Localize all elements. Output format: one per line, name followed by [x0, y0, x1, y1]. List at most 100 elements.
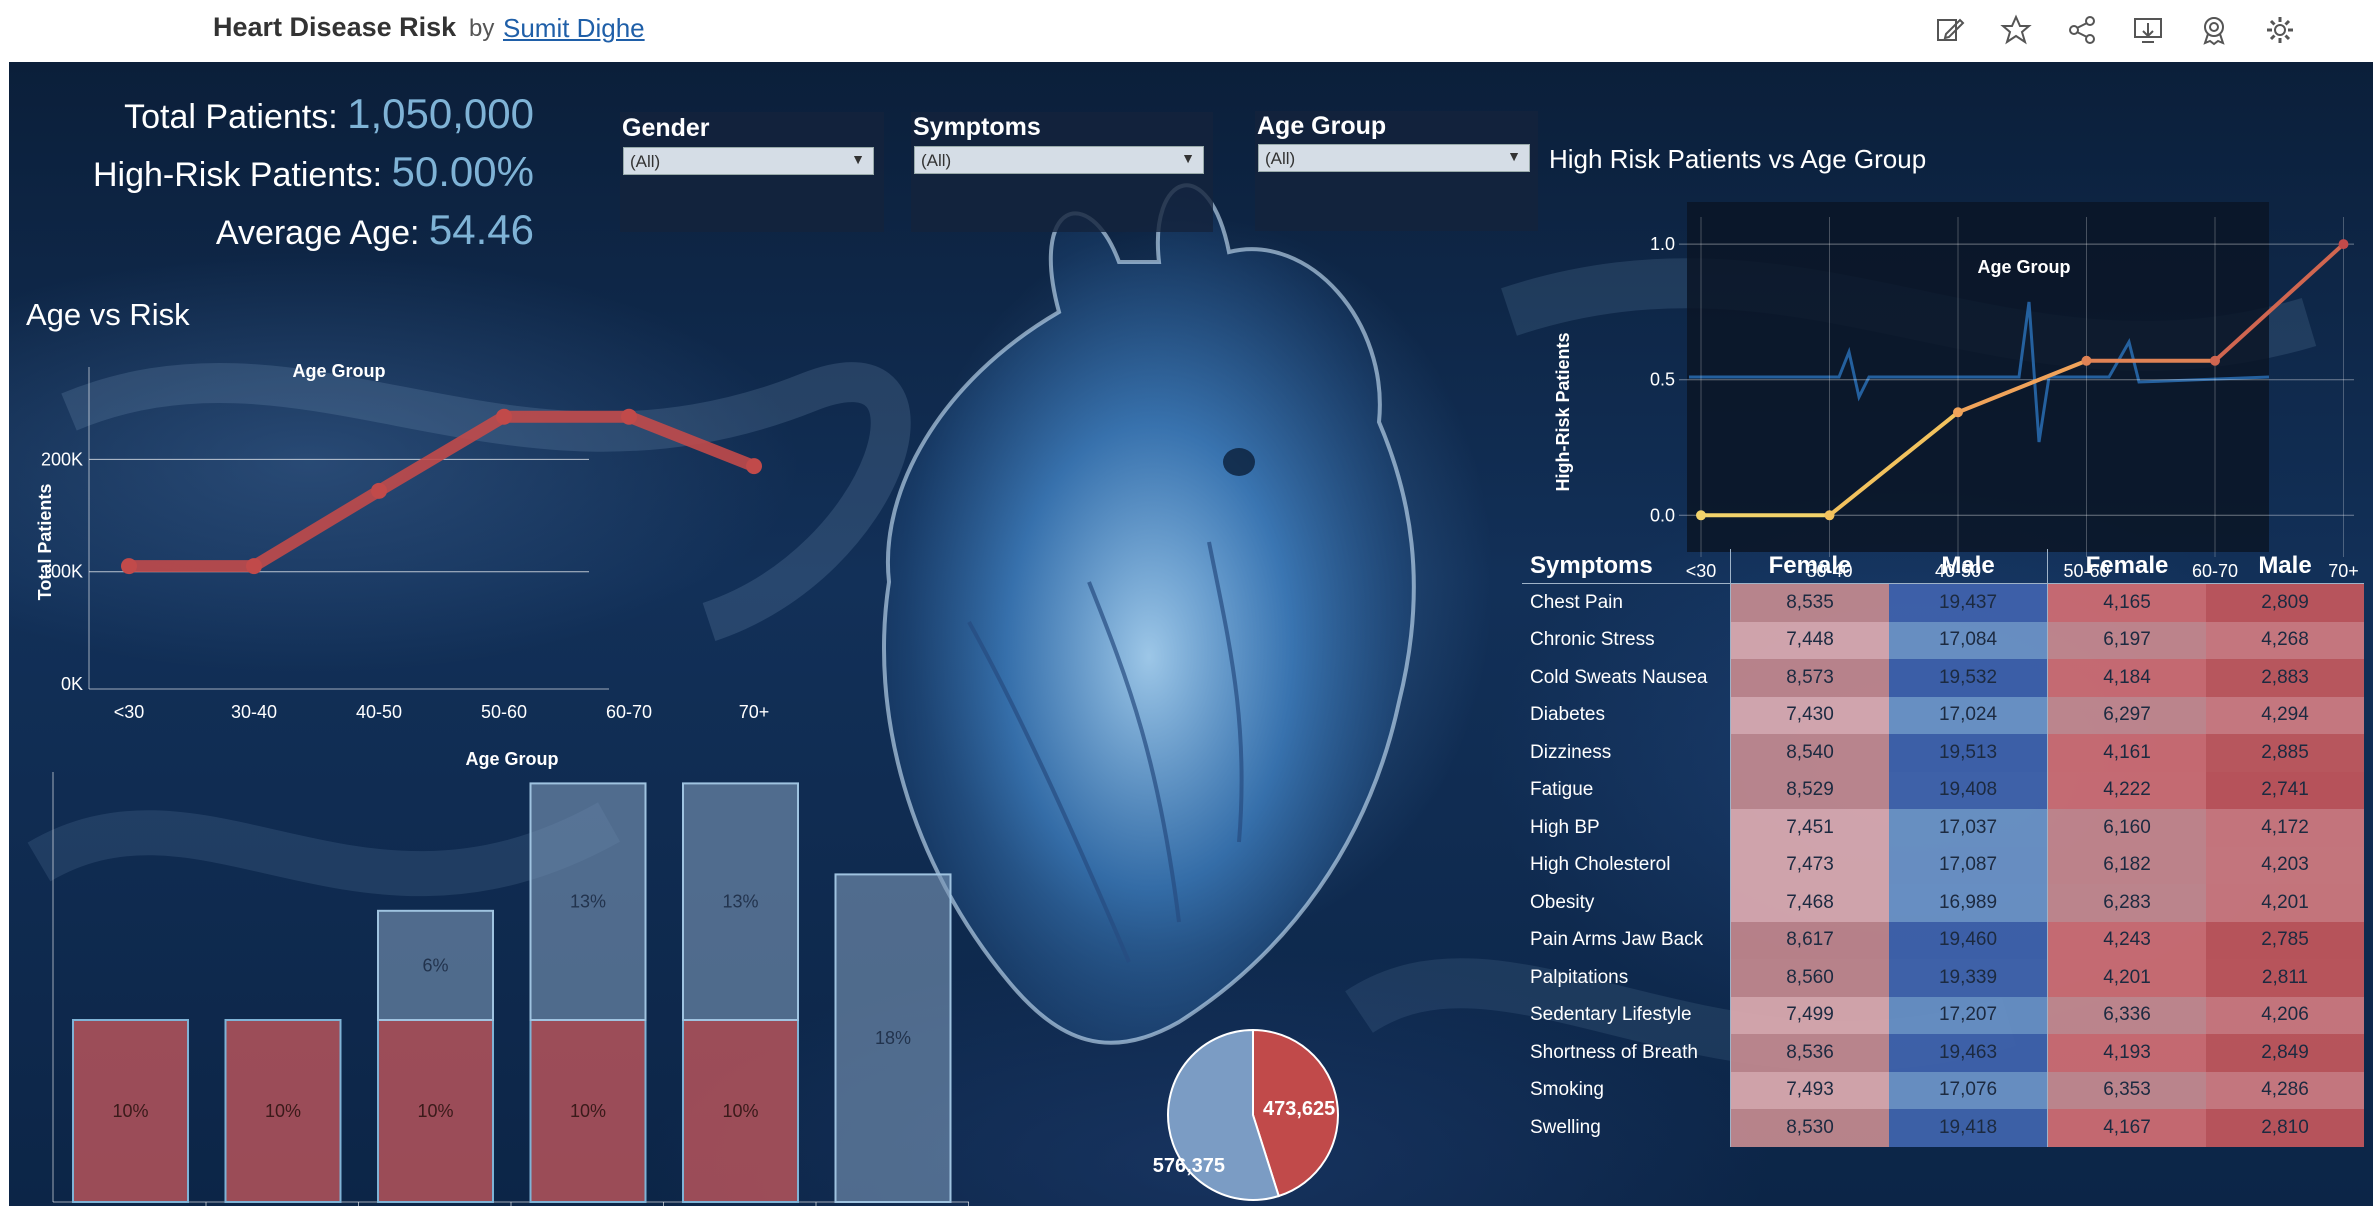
symptoms-filter-dropdown[interactable]: (All) ▼	[914, 146, 1204, 174]
heatmap-cell: 4,201	[2206, 884, 2364, 922]
edit-icon[interactable]	[1934, 14, 1966, 46]
high-risk-chart-title: High Risk Patients vs Age Group	[1549, 144, 1927, 174]
age-group-filter-label: Age Group	[1257, 112, 1387, 140]
data-point	[1953, 407, 1963, 418]
heatmap-cell: 4,167	[2047, 1109, 2206, 1147]
heatmap-cell: 4,184	[2047, 659, 2206, 697]
heatmap-cell: 17,087	[1889, 846, 2048, 884]
symptom-name: Chest Pain	[1530, 591, 1623, 613]
heatmap-cell: 16,989	[1889, 884, 2048, 922]
bar-label: 6%	[422, 955, 448, 975]
age-group-filter-dropdown[interactable]: (All) ▼	[1258, 144, 1530, 172]
data-point	[121, 558, 137, 575]
symptoms-filter-value: (All)	[921, 151, 952, 170]
heatmap-cell: 4,203	[2206, 846, 2364, 884]
star-icon[interactable]	[2000, 14, 2032, 46]
data-point	[2081, 355, 2092, 366]
table-row: Obesity 7,468 16,989 6,283 4,201	[1522, 884, 2364, 922]
kpi-avgage-label: Average Age:	[215, 214, 420, 252]
symptoms-column-header: Symptoms	[1522, 549, 1731, 584]
by-label: by	[469, 15, 495, 42]
heatmap-cell: 19,463	[1889, 1034, 2048, 1072]
table-header-row: Symptoms Female Male Female Male	[1522, 549, 2364, 584]
heatmap-cell: 4,172	[2206, 809, 2364, 847]
symptom-name: Shortness of Breath	[1530, 1041, 1698, 1063]
data-point	[1824, 510, 1835, 521]
workbook-title: Heart Disease Risk	[213, 12, 457, 42]
heatmap-cell: 6,160	[2047, 809, 2206, 847]
heatmap-cell: 7,473	[1730, 846, 1889, 884]
y-tick-label: 0.0	[1650, 505, 1675, 525]
table-row: Diabetes 7,430 17,024 6,297 4,294	[1522, 696, 2364, 734]
table-row: Swelling 8,530 19,418 4,167 2,810	[1522, 1109, 2364, 1147]
table-row: High Cholesterol 7,473 17,087 6,182 4,203	[1522, 846, 2364, 884]
symptom-name: Swelling	[1530, 1116, 1601, 1138]
female-column-header: Female	[2047, 549, 2206, 584]
heatmap-cell: 8,573	[1730, 659, 1889, 697]
heatmap-cell: 6,182	[2047, 846, 2206, 884]
bar-label: 13%	[722, 892, 758, 912]
kpi-average-age: Average Age: 54.46	[216, 206, 534, 254]
y-tick-label: 200K	[41, 449, 83, 469]
table-row: Chest Pain 8,535 19,437 4,165 2,809	[1522, 583, 2364, 622]
x-axis-title: Age Group	[1978, 257, 2071, 277]
heatmap-cell: 4,206	[2206, 996, 2364, 1034]
heatmap-cell: 8,530	[1730, 1109, 1889, 1147]
heatmap-cell: 4,193	[2047, 1034, 2206, 1072]
symptom-name: High Cholesterol	[1530, 854, 1671, 876]
high-risk-vs-age-chart: Age GroupHigh-Risk Patients0.00.51.0<30 3…	[1553, 202, 2359, 581]
x-axis-title: Age Group	[293, 361, 386, 381]
heatmap-cell: 17,076	[1889, 1071, 2048, 1109]
heatmap-cell: 19,513	[1889, 734, 2048, 772]
bar-label: 18%	[875, 1028, 911, 1048]
y-tick-label: 1.0	[1650, 234, 1675, 254]
heatmap-cell: 8,617	[1730, 921, 1889, 959]
badge-icon[interactable]	[2198, 14, 2230, 46]
data-point	[371, 482, 387, 499]
heatmap-cell: 4,243	[2047, 921, 2206, 959]
male-column-header: Male	[1889, 549, 2048, 584]
heatmap-cell: 6,336	[2047, 996, 2206, 1034]
heatmap-cell: 4,268	[2206, 621, 2364, 659]
heatmap-cell: 2,785	[2206, 921, 2364, 959]
data-point	[2338, 239, 2349, 250]
top-toolbar: Heart Disease Risk by Sumit Dighe	[0, 0, 2373, 60]
table-row: Dizziness 8,540 19,513 4,161 2,885	[1522, 734, 2364, 772]
chevron-down-icon: ▼	[1181, 150, 1195, 166]
table-row: Shortness of Breath 8,536 19,463 4,193 2,849	[1522, 1034, 2364, 1072]
bar-label: 10%	[112, 1101, 148, 1121]
data-point	[246, 558, 262, 575]
symptom-name: Pain Arms Jaw Back	[1530, 929, 1704, 951]
heatmap-cell: 6,283	[2047, 884, 2206, 922]
y-axis-title: Total Patients	[35, 484, 55, 601]
heatmap-cell: 6,297	[2047, 696, 2206, 734]
bar-label: 10%	[570, 1101, 606, 1121]
share-icon[interactable]	[2066, 14, 2098, 46]
download-icon[interactable]	[2132, 14, 2164, 46]
female-column-header: Female	[1730, 549, 1889, 584]
bar-label: 10%	[417, 1101, 453, 1121]
heatmap-cell: 19,437	[1889, 583, 2048, 622]
heatmap-cell: 2,885	[2206, 734, 2364, 772]
gender-filter-dropdown[interactable]: (All) ▼	[623, 147, 874, 175]
bar-label: 13%	[570, 892, 606, 912]
symptom-name: Cold Sweats Nausea	[1530, 666, 1708, 688]
risk-series-line	[129, 410, 757, 573]
chevron-down-icon: ▼	[851, 151, 865, 167]
heatmap-cell: 17,207	[1889, 996, 2048, 1034]
heatmap-cell: 2,883	[2206, 659, 2364, 697]
heatmap-cell: 6,353	[2047, 1071, 2206, 1109]
bar-label: 10%	[265, 1101, 301, 1121]
author-link[interactable]: Sumit Dighe	[503, 13, 645, 44]
chevron-down-icon: ▼	[1507, 148, 1521, 164]
heatmap-cell: 2,849	[2206, 1034, 2364, 1072]
dashboard-canvas: Total Patients: 1,050,000 High-Risk Pati…	[9, 62, 2373, 1206]
symptom-name: Chronic Stress	[1530, 629, 1655, 651]
table-row: High BP 7,451 17,037 6,160 4,172	[1522, 809, 2364, 847]
heatmap-cell: 2,811	[2206, 959, 2364, 997]
data-point	[621, 408, 637, 425]
heatmap-cell: 7,430	[1730, 696, 1889, 734]
kpi-high-risk: High-Risk Patients: 50.00%	[93, 148, 534, 196]
gear-icon[interactable]	[2264, 14, 2296, 46]
symptoms-heatmap-table: Symptoms Female Male Female Male Chest P…	[1522, 549, 2364, 1147]
